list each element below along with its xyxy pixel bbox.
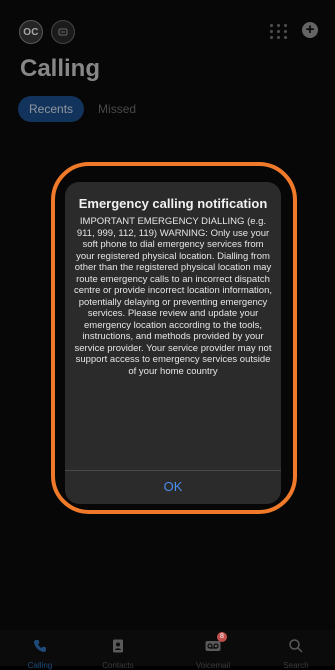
nav-item-calling[interactable]: Calling xyxy=(10,630,70,670)
nav-item-voicemail[interactable]: 8 Voicemail xyxy=(183,630,243,670)
nav-item-search[interactable]: Search xyxy=(266,630,326,670)
search-icon xyxy=(289,639,303,653)
dialog-message: IMPORTANT EMERGENCY DIALLING (e.g. 911, … xyxy=(73,216,272,377)
ok-button[interactable]: OK xyxy=(65,470,281,504)
contacts-icon xyxy=(113,639,123,653)
phone-icon xyxy=(34,640,46,652)
emergency-calling-dialog: Emergency calling notification IMPORTANT… xyxy=(65,182,281,504)
dialog-title: Emergency calling notification xyxy=(78,196,268,211)
calling-screen: OC + Calling Recents Missed Emergency ca… xyxy=(0,0,335,670)
nav-item-contacts[interactable]: Contacts xyxy=(88,630,148,670)
bottom-nav: Calling Contacts 8 Voicemail Search xyxy=(0,630,335,670)
voicemail-badge: 8 xyxy=(217,632,227,642)
